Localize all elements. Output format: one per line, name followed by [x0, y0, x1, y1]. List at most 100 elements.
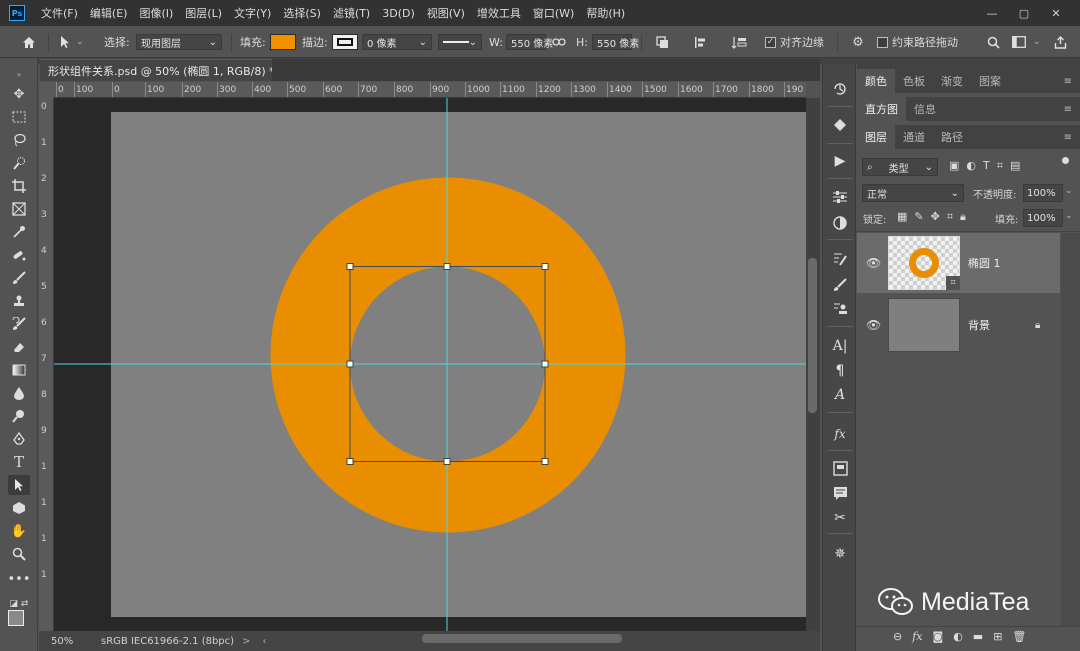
paragraph-panel-icon[interactable]: ¶ [828, 360, 852, 382]
link-icon[interactable] [551, 26, 567, 58]
vertical-ruler[interactable]: 0 1 2 3 4 5 6 7 8 9 1 1 1 1 [39, 98, 54, 631]
lasso-tool-icon[interactable] [8, 130, 30, 150]
height-field[interactable]: 550 像素 [592, 34, 639, 50]
foreground-color-swatch[interactable] [8, 610, 24, 626]
lock-all-icon[interactable]: 🔒︎ [960, 210, 966, 224]
visibility-eye-icon[interactable]: 👁︎ [866, 318, 881, 332]
collapse-toolbar-icon[interactable]: » [8, 64, 30, 84]
anchor-point[interactable] [443, 263, 451, 270]
workspace-icon[interactable] [1011, 26, 1027, 58]
frame-tool-icon[interactable] [8, 199, 30, 219]
history-panel-icon[interactable] [828, 78, 852, 100]
menu-3d[interactable]: 3D(D) [376, 7, 421, 20]
menu-filter[interactable]: 滤镜(T) [327, 5, 376, 21]
menu-edit[interactable]: 编辑(E) [84, 5, 134, 21]
tab-patterns[interactable]: 图案 [971, 69, 1009, 93]
brushes-panel-icon[interactable] [828, 274, 852, 296]
minimize-button[interactable]: — [976, 4, 1008, 22]
layer-name[interactable]: 椭圆 1 [968, 255, 1001, 271]
horizontal-ruler[interactable]: 0 100 0 100 200 300 400 500 600 700 800 … [54, 82, 806, 98]
blur-tool-icon[interactable] [8, 383, 30, 403]
scroll-left-icon[interactable]: ‹ [262, 636, 266, 647]
tab-channels[interactable]: 通道 [895, 125, 933, 149]
document-tab[interactable]: 形状组件关系.psd @ 50% (椭圆 1, RGB/8) * × [40, 59, 294, 81]
play-icon[interactable]: ▶ [828, 150, 852, 172]
stroke-color-swatch[interactable] [332, 34, 358, 50]
filter-shape-icon[interactable]: ⌗ [997, 159, 1003, 173]
move-tool-icon[interactable]: ✥ [8, 84, 30, 104]
stroke-width-field[interactable]: 0 像素 ⌄ [362, 34, 432, 50]
menu-view[interactable]: 视图(V) [421, 5, 471, 21]
tab-gradients[interactable]: 渐变 [933, 69, 971, 93]
opacity-field[interactable]: 100% [1023, 184, 1063, 202]
close-button[interactable]: ✕ [1040, 4, 1072, 22]
eyedropper-tool-icon[interactable] [8, 222, 30, 242]
tab-histogram[interactable]: 直方图 [857, 97, 906, 121]
notes-panel-icon[interactable] [828, 482, 852, 504]
history-brush-tool-icon[interactable] [8, 314, 30, 334]
tab-swatches[interactable]: 色板 [895, 69, 933, 93]
lock-artboard-icon[interactable]: ⌗ [947, 210, 953, 224]
styles-panel-icon[interactable] [828, 212, 852, 234]
delete-layer-icon[interactable]: 🗑︎ [1012, 630, 1026, 643]
vertical-scroll-thumb[interactable] [808, 258, 817, 413]
align-edges-checkbox[interactable]: ✓ 对齐边缘 [765, 26, 824, 58]
status-arrow-icon[interactable]: > [242, 636, 250, 647]
layer-row-background[interactable]: 👁︎ 背景 🔒︎ [857, 295, 1060, 355]
panel-menu-icon[interactable]: ≡ [1064, 104, 1072, 115]
menu-layer[interactable]: 图层(L) [179, 5, 228, 21]
new-layer-icon[interactable]: ⊞ [993, 630, 1002, 643]
path-alignment-icon[interactable] [692, 26, 708, 58]
gear-icon[interactable]: ⚙ [850, 26, 866, 58]
select-dropdown[interactable]: 现用图层 ⌄ [136, 34, 222, 50]
menu-plugins[interactable]: 增效工具 [471, 5, 527, 21]
path-arrangement-icon[interactable] [730, 26, 748, 58]
tab-info[interactable]: 信息 [906, 97, 944, 121]
quick-selection-tool-icon[interactable] [8, 153, 30, 173]
type-tool-icon[interactable]: T [8, 452, 30, 472]
tab-paths[interactable]: 路径 [933, 125, 971, 149]
tools-preset-icon[interactable]: ✂ [828, 507, 852, 529]
brush-tool-icon[interactable] [8, 268, 30, 288]
crop-tool-icon[interactable] [8, 176, 30, 196]
anchor-point[interactable] [346, 360, 354, 368]
panel-menu-icon[interactable]: ≡ [1064, 76, 1072, 87]
tab-layers[interactable]: 图层 [857, 125, 895, 149]
path-operations-icon[interactable] [654, 26, 670, 58]
glyphs-panel-icon[interactable]: A [828, 384, 852, 406]
link-layers-icon[interactable]: ⊖ [893, 630, 902, 643]
chevron-down-icon[interactable]: ⌄ [1065, 211, 1073, 221]
stamp-tool-icon[interactable] [8, 291, 30, 311]
brush-settings-icon[interactable] [828, 248, 852, 270]
blend-mode-dropdown[interactable]: 正常 ⌄ [862, 184, 964, 202]
layer-style-icon[interactable]: fx [912, 630, 922, 643]
pen-tool-icon[interactable] [8, 429, 30, 449]
document-workspace[interactable] [54, 98, 806, 631]
menu-window[interactable]: 窗口(W) [527, 5, 580, 21]
menu-type[interactable]: 文字(Y) [228, 5, 277, 21]
ellipse-ring-shape[interactable] [270, 177, 626, 533]
filter-smart-object-icon[interactable]: ▤ [1010, 159, 1020, 173]
actions-panel-icon[interactable] [828, 114, 852, 136]
3d-panel-icon[interactable]: ✵ [828, 543, 852, 565]
eraser-tool-icon[interactable] [8, 337, 30, 357]
character-panel-icon[interactable]: A| [828, 335, 852, 357]
filter-pixel-icon[interactable]: ▣ [949, 159, 959, 173]
visibility-eye-icon[interactable]: 👁︎ [866, 256, 881, 270]
filter-type-icon[interactable]: T [983, 159, 990, 173]
path-selection-tool-icon[interactable] [8, 475, 30, 495]
lock-pixels-icon[interactable]: ✎ [914, 210, 923, 224]
dodge-tool-icon[interactable] [8, 406, 30, 426]
stroke-type-dropdown[interactable]: ⌄ [438, 34, 482, 50]
add-mask-icon[interactable]: ◙ [933, 630, 944, 643]
layer-row-ellipse[interactable]: 👁︎ ⌗ 椭圆 1 [857, 233, 1060, 293]
width-field[interactable]: 550 像素 [506, 34, 553, 50]
menu-help[interactable]: 帮助(H) [580, 5, 631, 21]
constrain-path-checkbox[interactable]: 约束路径拖动 [877, 26, 958, 58]
clone-source-icon[interactable] [828, 298, 852, 320]
more-tools-icon[interactable]: ••• [8, 569, 31, 589]
shape-tool-icon[interactable] [8, 498, 30, 518]
restore-button[interactable]: ▢ [1008, 4, 1040, 22]
anchor-point[interactable] [346, 263, 354, 270]
marquee-tool-icon[interactable] [8, 107, 30, 127]
